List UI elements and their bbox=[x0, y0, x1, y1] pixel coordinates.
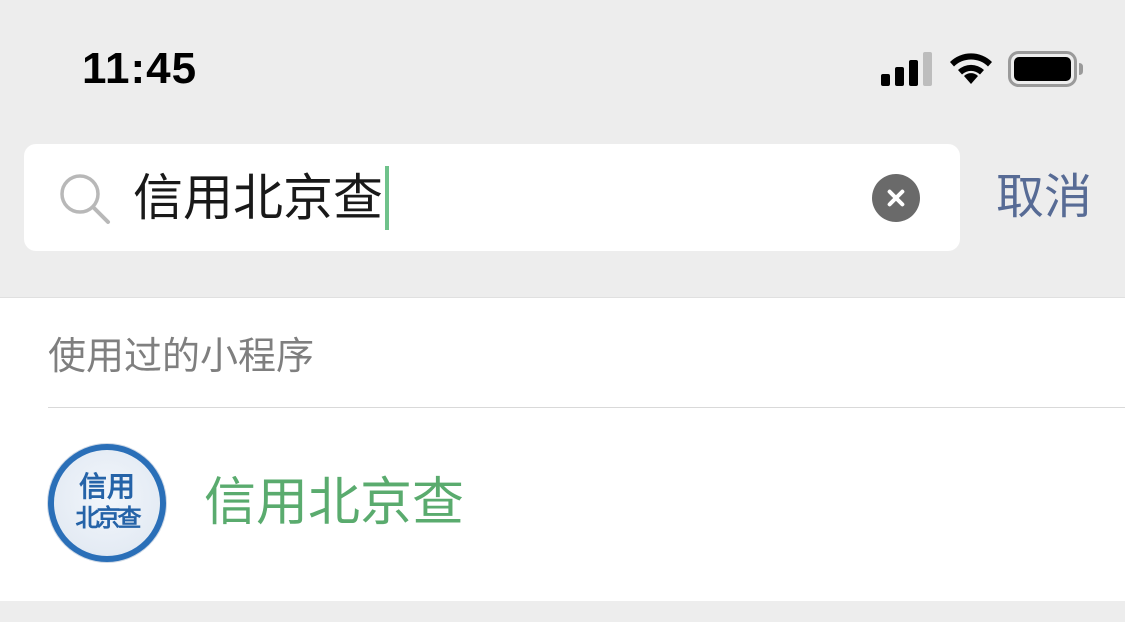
cancel-button[interactable]: 取消 bbox=[996, 166, 1092, 228]
signal-icon bbox=[881, 52, 932, 86]
logo-badge: 信用 北京查 bbox=[54, 450, 160, 556]
section-title-used-mini-programs: 使用过的小程序 bbox=[48, 334, 315, 378]
list-item[interactable]: 信用 北京查 信用北京查 bbox=[0, 408, 1125, 601]
search-query[interactable]: 信用北京查 bbox=[133, 165, 389, 234]
battery-icon bbox=[1008, 51, 1083, 87]
wifi-icon bbox=[950, 53, 992, 84]
mini-program-name: 信用北京查 bbox=[204, 473, 465, 533]
text-caret bbox=[385, 165, 389, 230]
status-time: 11:45 bbox=[82, 44, 198, 93]
search-icon bbox=[60, 174, 110, 224]
clear-icon[interactable] bbox=[872, 174, 920, 222]
results-panel: 使用过的小程序 信用 北京查 信用北京查 bbox=[0, 297, 1125, 601]
logo-text-line2: 北京查 bbox=[75, 504, 142, 532]
search-input[interactable]: 信用北京查 bbox=[24, 144, 960, 251]
logo-text-line1: 信用 bbox=[78, 470, 135, 503]
status-bar: 11:45 bbox=[0, 0, 1125, 130]
mini-program-logo: 信用 北京查 bbox=[48, 444, 166, 562]
search-query-text: 信用北京查 bbox=[133, 169, 383, 227]
